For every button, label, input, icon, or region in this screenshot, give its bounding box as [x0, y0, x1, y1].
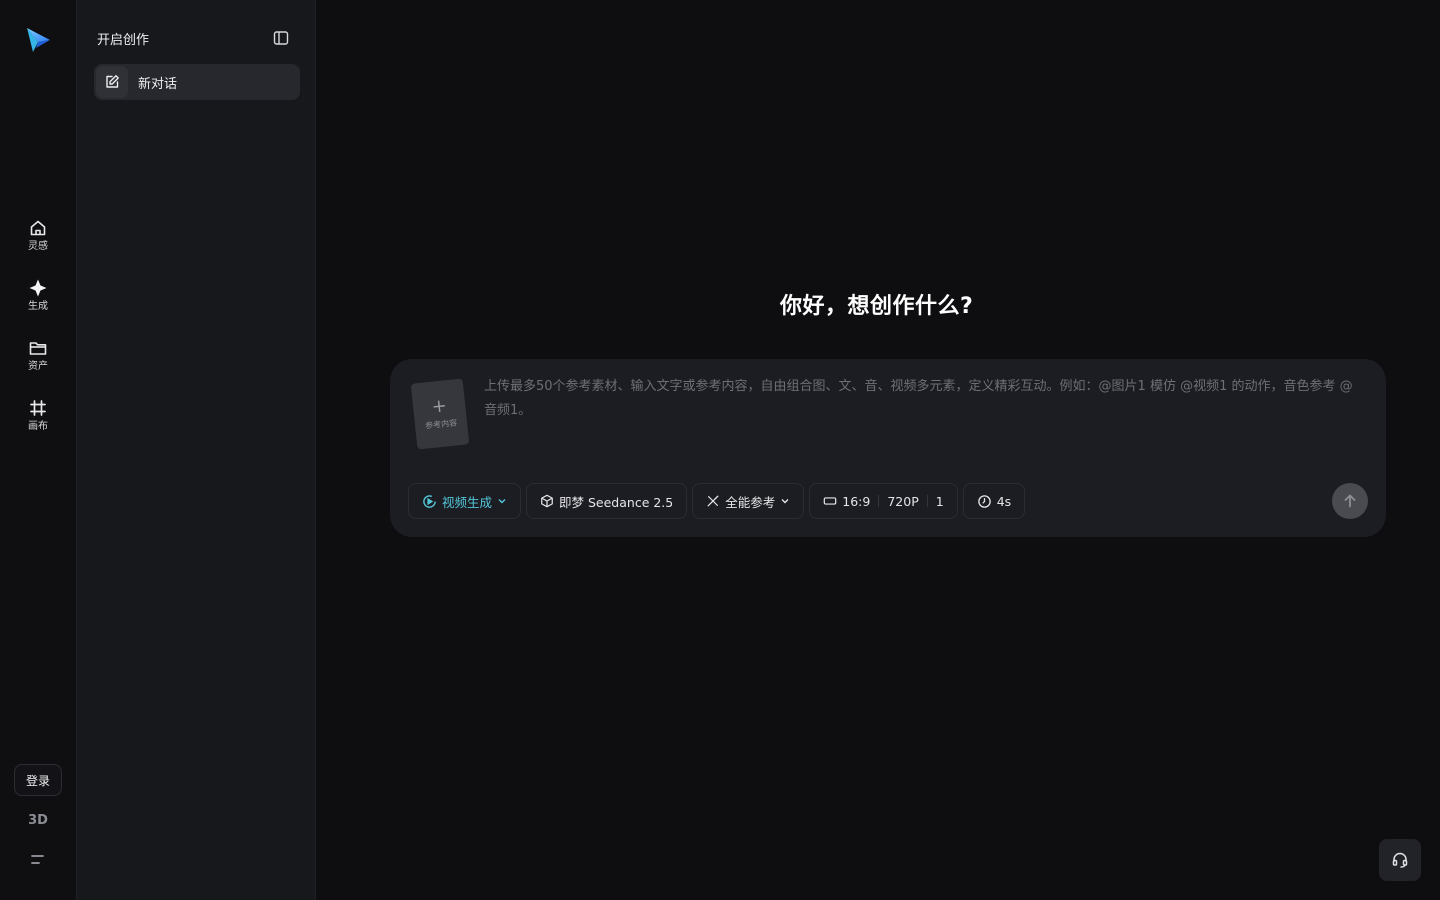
resolution-value: 720P: [887, 493, 919, 509]
model-select[interactable]: 即梦 Seedance 2.5: [526, 483, 688, 519]
mode-label: 视频生成: [442, 494, 493, 510]
sidebar-collapse-icon[interactable]: [273, 30, 289, 46]
arrow-up-icon: [1344, 494, 1356, 508]
rail-item-assets[interactable]: 资产: [8, 338, 68, 390]
folder-icon: [29, 342, 47, 355]
canvas-icon: [30, 400, 46, 416]
aspect-ratio-value: 16:9: [842, 493, 871, 509]
new-chat-button[interactable]: 新对话: [94, 64, 300, 100]
home-icon: [30, 220, 46, 236]
aspect-ratio-icon: [823, 497, 837, 505]
rail-item-label: 生成: [28, 301, 48, 312]
reference-mode-label: 全能参考: [725, 494, 776, 510]
model-label: 即梦 Seedance 2.5: [559, 494, 674, 510]
headset-icon: [1392, 852, 1408, 868]
divider: [878, 495, 880, 507]
chevron-down-icon: [781, 499, 789, 504]
page-title: 你好，想创作什么?: [780, 294, 974, 319]
rail-item-label: 画布: [28, 421, 48, 432]
login-button[interactable]: 登录: [14, 764, 62, 796]
clock-icon: [977, 494, 991, 508]
left-rail: 灵感 生成 资产 画布 登录 3D: [0, 0, 76, 900]
count-value: 1: [935, 493, 944, 509]
new-chat-label: 新对话: [138, 76, 178, 92]
send-button[interactable]: [1332, 483, 1368, 519]
sparkle-icon: [29, 279, 47, 297]
composer-toolbar: 视频生成 即梦 Seedance 2.5 全能参考 16:9 720P 1 4s: [408, 483, 1026, 519]
rail-item-canvas[interactable]: 画布: [8, 398, 68, 450]
history-panel: 开启创作 新对话: [76, 0, 316, 900]
panel-title: 开启创作: [97, 33, 150, 48]
mode-select[interactable]: 视频生成: [408, 483, 522, 519]
duration-select[interactable]: 4s: [962, 483, 1026, 519]
cube-icon: [541, 494, 553, 508]
output-settings[interactable]: 16:9 720P 1: [809, 483, 958, 519]
chevron-down-icon: [498, 499, 506, 504]
rail-item-label: 灵感: [28, 241, 48, 252]
reference-upload-card[interactable]: + 参考内容: [410, 378, 470, 450]
rail-item-label: 资产: [28, 361, 48, 372]
plus-icon: +: [430, 395, 448, 418]
customer-support-button[interactable]: [1379, 839, 1421, 881]
duration-value: 4s: [996, 493, 1012, 509]
divider: [926, 495, 928, 507]
magic-wand-icon: [707, 495, 719, 507]
prompt-composer: + 参考内容 上传最多50个参考素材、输入文字或参考内容，自由组合图、文、音、视…: [390, 359, 1386, 537]
app-root: 灵感 生成 资产 画布 登录 3D 开启创作 新对话 你好，想创作什么? + 参…: [0, 0, 1440, 900]
reference-mode-select[interactable]: 全能参考: [692, 483, 805, 519]
rail-item-inspiration[interactable]: 灵感: [8, 218, 68, 270]
logo-icon[interactable]: [24, 26, 52, 54]
prompt-input[interactable]: 上传最多50个参考素材、输入文字或参考内容，自由组合图、文、音、视频多元素，定义…: [484, 375, 1364, 423]
video-play-icon: [423, 494, 436, 508]
reference-card-label: 参考内容: [424, 418, 458, 431]
edit-icon: [96, 66, 128, 98]
three-d-button[interactable]: 3D: [14, 808, 62, 832]
rail-item-generate[interactable]: 生成: [8, 278, 68, 330]
menu-icon[interactable]: [28, 852, 48, 868]
